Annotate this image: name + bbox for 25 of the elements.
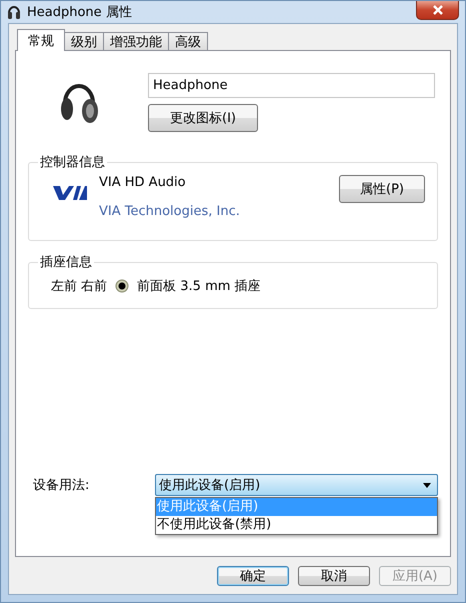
- usage-label: 设备用法:: [32, 477, 90, 494]
- group-title: 插座信息: [39, 254, 93, 271]
- caret-icon: [423, 482, 431, 488]
- dropdown-option[interactable]: 不使用此设备(禁用): [156, 516, 437, 534]
- jack-description: 前面板 3.5 mm 插座: [137, 278, 261, 295]
- close-button[interactable]: [416, 1, 459, 20]
- group-title: 控制器信息: [39, 154, 106, 171]
- headphone-icon: [7, 4, 21, 20]
- jack-icon: [115, 279, 130, 293]
- controller-name: VIA HD Audio: [99, 175, 187, 190]
- change-icon-button[interactable]: 更改图标(I): [148, 104, 258, 132]
- tab[interactable]: 增强功能: [103, 32, 169, 50]
- usage-dropdown[interactable]: 使用此设备(启用): [155, 474, 438, 496]
- tab[interactable]: 级别: [64, 32, 104, 50]
- close-icon: [432, 5, 444, 15]
- jack-position: 左前 右前: [51, 278, 108, 295]
- device-name-field[interactable]: Headphone: [148, 73, 435, 98]
- properties-button[interactable]: 属性(P): [339, 175, 425, 203]
- dialog-button[interactable]: 取消: [298, 566, 370, 586]
- vendor-name: VIA Technologies, Inc.: [99, 204, 241, 219]
- tab[interactable]: 常规: [17, 29, 65, 51]
- window-title: Headphone 属性: [27, 4, 132, 21]
- logo-icon: [53, 183, 87, 203]
- dialog-button[interactable]: 确定: [217, 566, 289, 586]
- tab[interactable]: 高级: [168, 32, 208, 50]
